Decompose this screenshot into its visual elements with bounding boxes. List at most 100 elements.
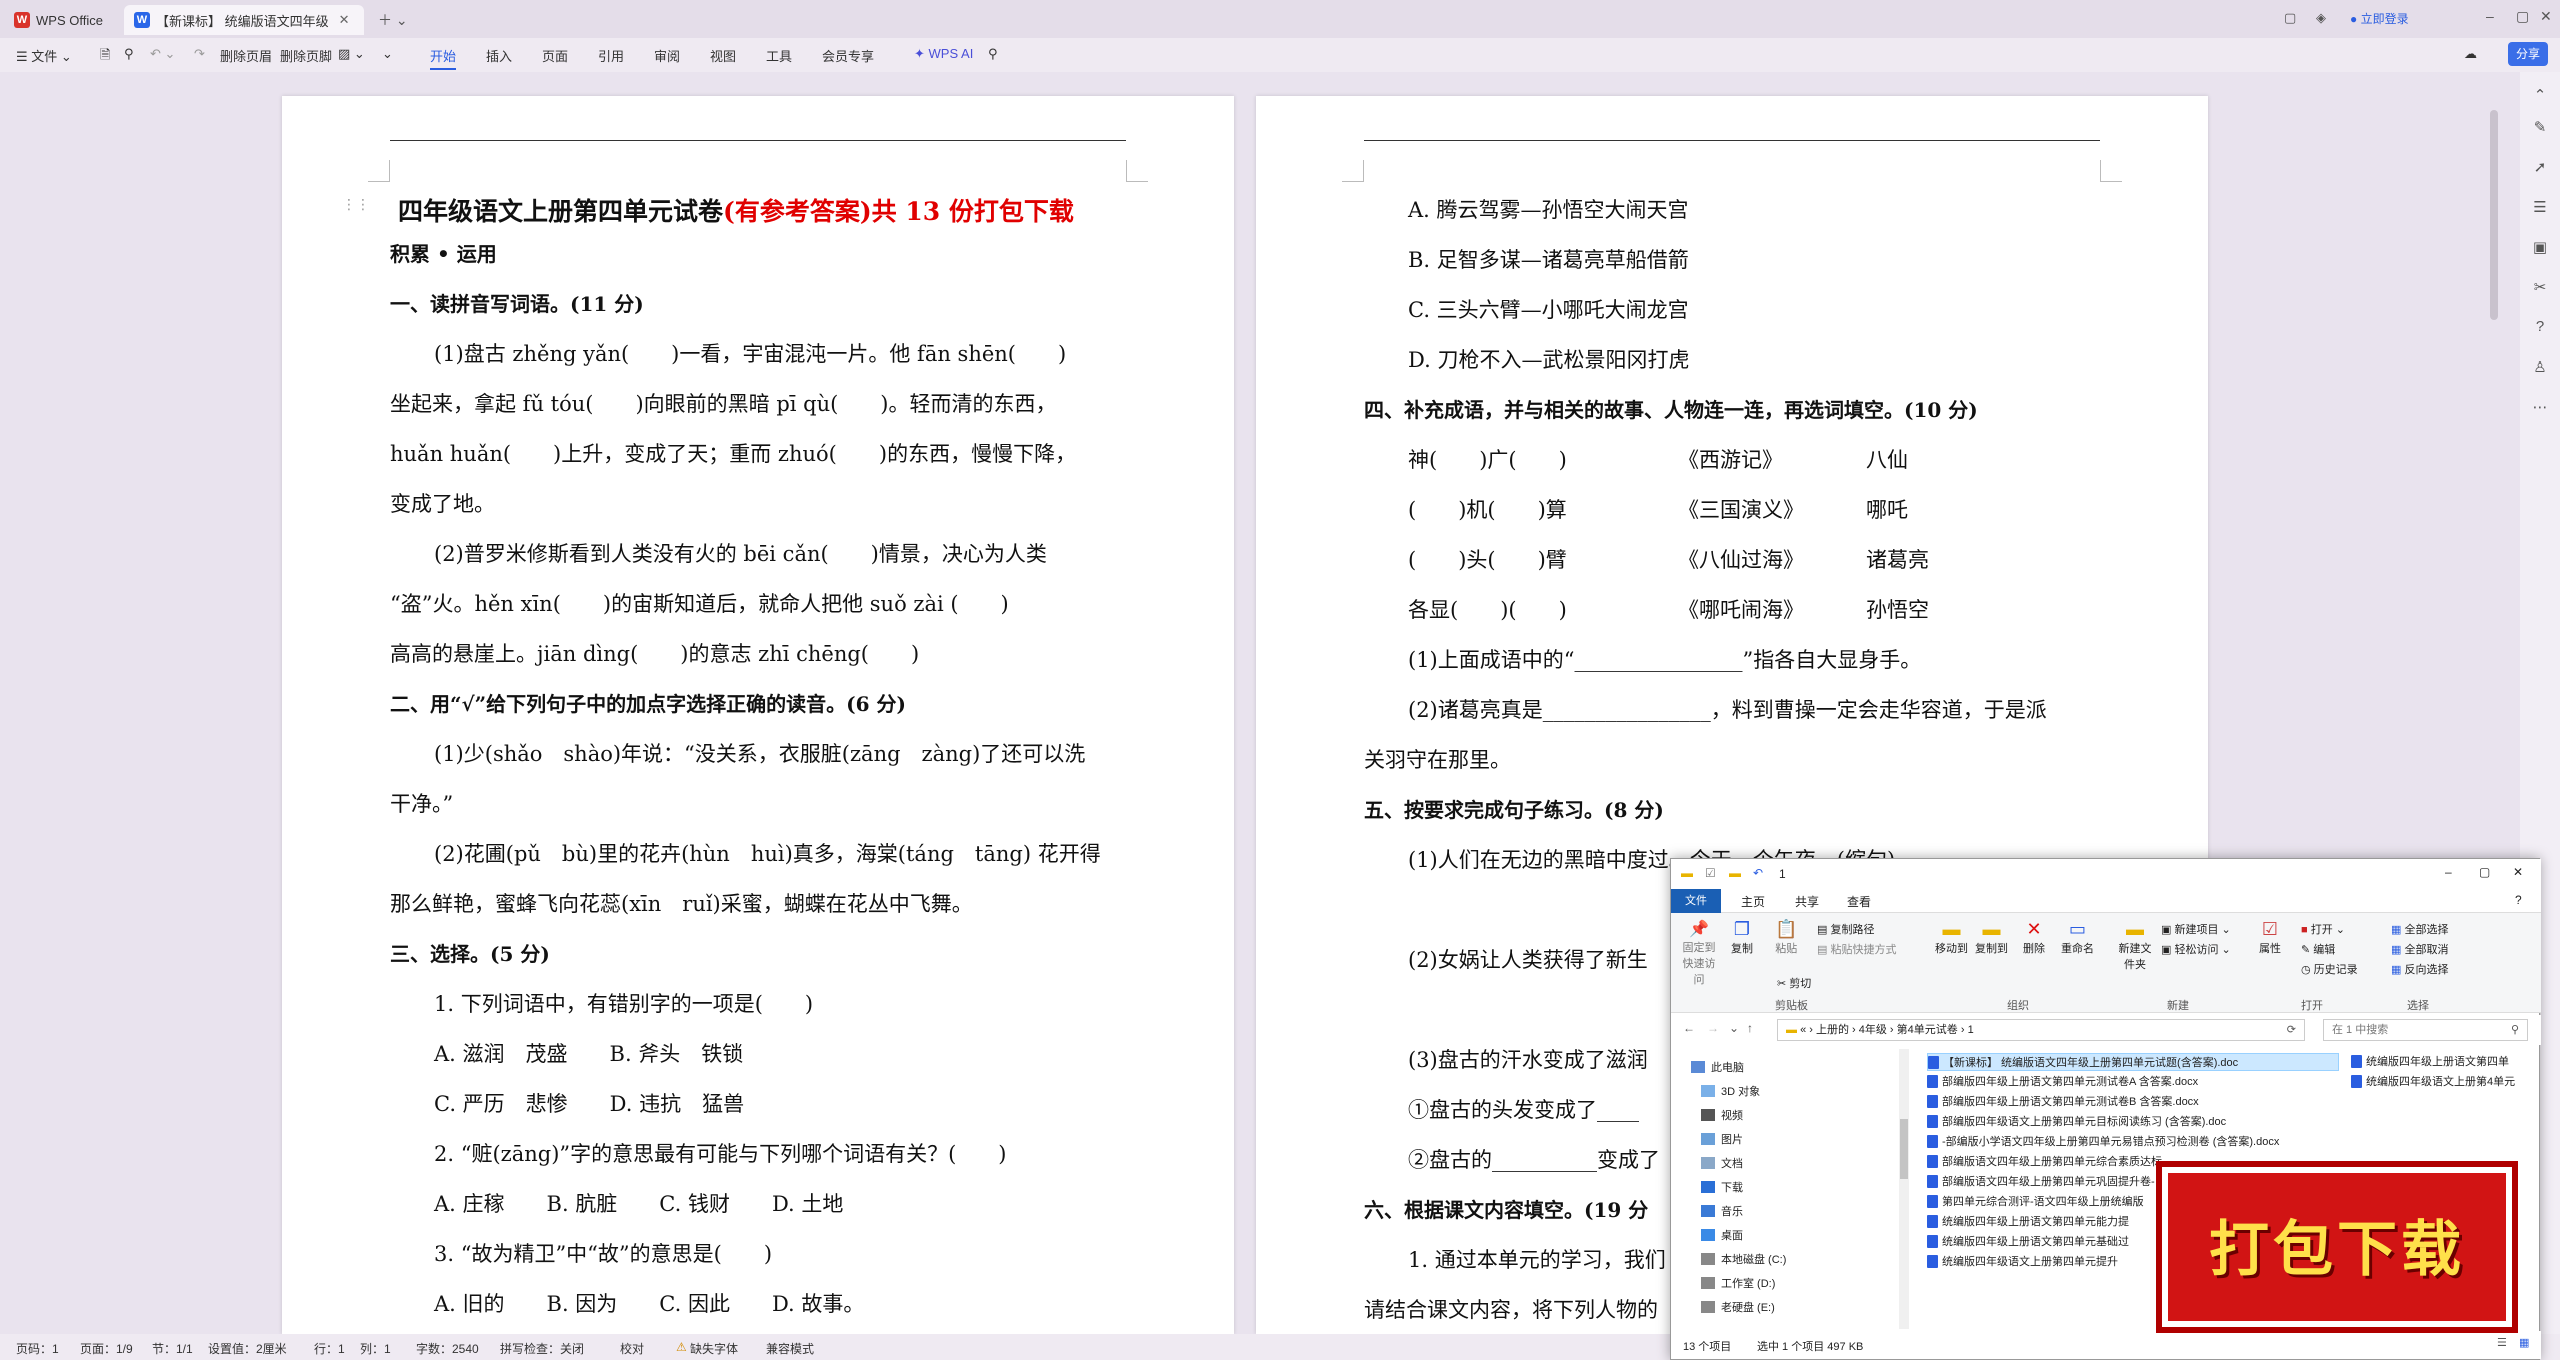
menu-home[interactable]: 开始 bbox=[430, 46, 457, 70]
file-item[interactable]: 部编版四年级上册语文第四单元测试卷B 含答案.docx bbox=[1927, 1093, 2199, 1109]
tab-wps-office[interactable]: W WPS Office bbox=[4, 5, 113, 35]
file-item[interactable]: -部编版小学语文四年级上册第四单元易错点预习检测卷 (含答案).docx bbox=[1927, 1133, 2279, 1149]
nav-desktop[interactable]: 桌面 bbox=[1701, 1227, 1743, 1243]
new-folder-small-icon[interactable]: ▬ bbox=[1729, 866, 1741, 880]
vertical-scrollbar[interactable] bbox=[2490, 110, 2498, 320]
back-icon[interactable]: ← bbox=[1683, 1021, 1695, 1035]
copy-button[interactable]: ❐ 复制 bbox=[1731, 919, 1753, 956]
status-proofread[interactable]: 校对 bbox=[620, 1340, 644, 1357]
nav-pictures[interactable]: 图片 bbox=[1701, 1131, 1743, 1147]
copy-to-button[interactable]: ▬ 复制到 bbox=[1975, 919, 2008, 956]
tab-share[interactable]: 共享 bbox=[1795, 893, 1819, 910]
tab-home[interactable]: 主页 bbox=[1741, 893, 1765, 910]
file-item[interactable]: 统编版四年级语文上册第四单元提升 bbox=[1927, 1253, 2118, 1269]
file-item[interactable]: 统编版四年级上册语文第四单 bbox=[2351, 1053, 2509, 1069]
nav-videos[interactable]: 视频 bbox=[1701, 1107, 1743, 1123]
paste-shortcut-button[interactable]: ▤ 粘贴快捷方式 bbox=[1817, 941, 1896, 957]
breadcrumb[interactable]: 1 bbox=[1968, 1024, 1974, 1036]
minimize-icon[interactable]: – bbox=[2486, 8, 2494, 24]
cursor-icon[interactable]: ➚ bbox=[2530, 158, 2550, 178]
nav-3d-objects[interactable]: 3D 对象 bbox=[1701, 1083, 1760, 1099]
tab-view[interactable]: 查看 bbox=[1847, 893, 1871, 910]
select-all-button[interactable]: ▦ 全部选择 bbox=[2391, 921, 2448, 937]
open-button[interactable]: ■ 打开 ⌄ bbox=[2301, 921, 2345, 937]
nav-scrollbar[interactable] bbox=[1899, 1049, 1909, 1329]
nav-downloads[interactable]: 下载 bbox=[1701, 1179, 1743, 1195]
cube-icon[interactable]: ◈ bbox=[2316, 10, 2326, 26]
file-item[interactable]: 部编版四年级上册语文第四单元测试卷A 含答案.docx bbox=[1927, 1073, 2198, 1089]
share-button[interactable]: 分享 bbox=[2508, 42, 2548, 66]
more-icon[interactable]: ⌄ bbox=[382, 46, 393, 62]
details-view-icon[interactable]: ☰ bbox=[2497, 1336, 2507, 1349]
menu-membership[interactable]: 会员专享 bbox=[822, 46, 874, 65]
collapse-icon[interactable]: ⌃ bbox=[2530, 86, 2550, 106]
new-folder-button[interactable]: ▬ 新建文件夹 bbox=[2117, 919, 2153, 972]
nav-documents[interactable]: 文档 bbox=[1701, 1155, 1743, 1171]
cut-button[interactable]: ✂ 剪切 bbox=[1777, 975, 1811, 991]
menu-view[interactable]: 视图 bbox=[710, 46, 736, 65]
history-button[interactable]: ◷ 历史记录 bbox=[2301, 961, 2358, 977]
edit-button[interactable]: ✎ 编辑 bbox=[2301, 941, 2335, 957]
easy-access-button[interactable]: ▣ 轻松访问 ⌄ bbox=[2161, 941, 2231, 957]
move-to-button[interactable]: ▬ 移动到 bbox=[1935, 919, 1968, 956]
properties-button[interactable]: ☑ 属性 bbox=[2259, 919, 2281, 956]
file-item[interactable]: 部编版语文四年级上册第四单元综合素质达标 bbox=[1927, 1153, 2162, 1169]
pen-icon[interactable]: ✎ bbox=[2530, 118, 2550, 138]
file-menu[interactable]: ☰ 文件 ⌄ bbox=[16, 46, 72, 65]
status-missing-font[interactable]: 缺失字体 bbox=[690, 1340, 738, 1357]
minimize-icon[interactable]: – bbox=[2445, 865, 2452, 879]
menu-review[interactable]: 审阅 bbox=[654, 46, 680, 65]
file-item[interactable]: 部编版语文四年级上册第四单元巩固提升卷- bbox=[1927, 1173, 2155, 1189]
address-bar[interactable]: ▬ « › 上册的 › 4年级 › 第4单元试卷 › 1 ⟳ bbox=[1777, 1019, 2305, 1041]
delete-button[interactable]: ✕ 删除 bbox=[2023, 919, 2045, 956]
select-none-button[interactable]: ▦ 全部取消 bbox=[2391, 941, 2448, 957]
copy-path-button[interactable]: ▤ 复制路径 bbox=[1817, 921, 1874, 937]
login-button[interactable]: ● 立即登录 bbox=[2350, 10, 2409, 27]
breadcrumb[interactable]: 4年级 bbox=[1859, 1024, 1887, 1036]
paste-button[interactable]: 📋 粘贴 bbox=[1775, 919, 1797, 956]
properties-small-icon[interactable]: ☑ bbox=[1705, 866, 1716, 880]
tools-icon[interactable]: ✂ bbox=[2530, 278, 2550, 298]
search-icon[interactable]: ⚲ bbox=[988, 46, 998, 62]
file-item[interactable]: 统编版四年级上册语文第四单元基础过 bbox=[1927, 1233, 2129, 1249]
status-wordcount[interactable]: 字数：2540 bbox=[416, 1340, 479, 1357]
wps-ai-button[interactable]: ✦ WPS AI bbox=[914, 46, 973, 62]
maximize-icon[interactable]: ▢ bbox=[2479, 865, 2490, 879]
file-item[interactable]: 【新课标】 统编版语文四年级上册第四单元试题(含答案).doc bbox=[1927, 1053, 2339, 1071]
window-layout-icon[interactable]: ▢ bbox=[2284, 10, 2296, 26]
shirt-icon[interactable]: ♙ bbox=[2530, 358, 2550, 378]
undo-icon[interactable]: ↶ ⌄ bbox=[150, 46, 175, 62]
status-spellcheck[interactable]: 拼写检查：关闭 bbox=[500, 1340, 584, 1357]
more-dots-icon[interactable]: ⋯ bbox=[2530, 398, 2550, 418]
menu-reference[interactable]: 引用 bbox=[598, 46, 624, 65]
file-item[interactable]: 统编版四年级上册语文第四单元能力提 bbox=[1927, 1213, 2129, 1229]
close-window-icon[interactable]: ✕ bbox=[2540, 8, 2552, 25]
breadcrumb-overflow[interactable]: « bbox=[1800, 1024, 1806, 1036]
nav-this-pc[interactable]: 此电脑 bbox=[1691, 1059, 1744, 1075]
pin-quick-access-button[interactable]: 📌 固定到快速访问 bbox=[1679, 919, 1719, 987]
refresh-icon[interactable]: ⟳ bbox=[2287, 1020, 2296, 1040]
menu-insert[interactable]: 插入 bbox=[486, 46, 512, 65]
delete-header-button[interactable]: 删除页眉 bbox=[220, 46, 272, 65]
file-item[interactable]: 第四单元综合测评-语文四年级上册统编版 bbox=[1927, 1193, 2144, 1209]
delete-footer-button[interactable]: 删除页脚 bbox=[280, 46, 332, 65]
menu-page[interactable]: 页面 bbox=[542, 46, 568, 65]
tab-file[interactable]: 文件 bbox=[1671, 889, 1721, 913]
invert-selection-button[interactable]: ▦ 反向选择 bbox=[2391, 961, 2448, 977]
nav-music[interactable]: 音乐 bbox=[1701, 1203, 1743, 1219]
file-item[interactable]: 部编版四年级语文上册第四单元目标阅读练习 (含答案).doc bbox=[1927, 1113, 2226, 1129]
large-icons-view-icon[interactable]: ▦ bbox=[2519, 1336, 2529, 1349]
edit-box-icon[interactable]: ▣ bbox=[2530, 238, 2550, 258]
help-icon[interactable]: ? bbox=[2530, 318, 2550, 338]
page-setup-icon[interactable]: ▨ ⌄ bbox=[338, 46, 365, 62]
rename-button[interactable]: ▭ 重命名 bbox=[2061, 919, 2094, 956]
search-input[interactable]: 在 1 中搜索 ⚲ bbox=[2323, 1019, 2528, 1041]
save-icon[interactable]: 🗎 bbox=[100, 46, 110, 68]
menu-tools[interactable]: 工具 bbox=[766, 46, 792, 65]
cloud-icon[interactable]: ☁ bbox=[2464, 46, 2477, 62]
maximize-icon[interactable]: ▢ bbox=[2516, 8, 2529, 25]
redo-icon[interactable]: ↷ bbox=[194, 46, 205, 62]
new-tab-icon[interactable]: ＋ ⌄ bbox=[378, 10, 408, 30]
up-icon[interactable]: ↑ bbox=[1747, 1021, 1753, 1035]
download-banner[interactable]: 打包下载 bbox=[2156, 1161, 2518, 1333]
